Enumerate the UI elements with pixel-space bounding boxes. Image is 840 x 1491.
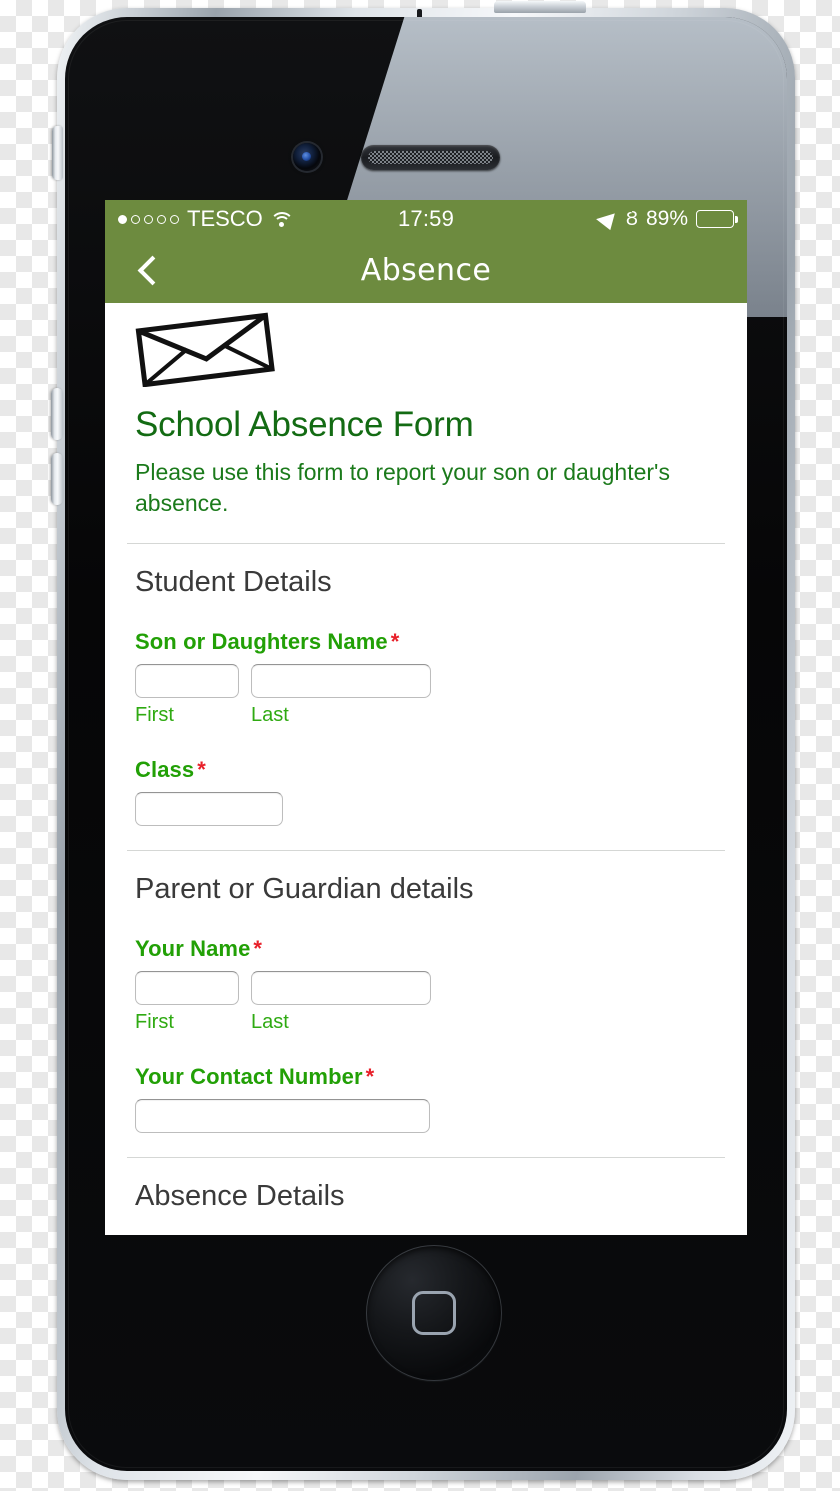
status-bar-left: TESCO [118, 206, 398, 232]
navigation-bar: Absence [105, 238, 747, 303]
status-bar-clock: 17:59 [397, 206, 455, 231]
field-label-text: Your Contact Number [135, 1064, 363, 1090]
parent-first-name-input[interactable] [135, 971, 239, 1006]
section-divider [127, 850, 725, 852]
power-button[interactable] [494, 1, 586, 13]
sublabel-first: First [135, 1011, 174, 1034]
class-input[interactable] [135, 792, 283, 827]
required-asterisk: * [197, 757, 206, 783]
student-last-name-input[interactable] [251, 664, 431, 699]
field-label-text: Your Name [135, 936, 251, 962]
sublabel-last: Last [251, 1011, 289, 1034]
carrier-label: TESCO [187, 206, 263, 231]
form-title: School Absence Form [135, 405, 474, 444]
bluetooth-icon: Ȣ [625, 208, 638, 230]
battery-icon [696, 210, 738, 228]
speaker-mesh [368, 151, 493, 164]
section-divider [127, 1157, 725, 1159]
field-label: Your Contact Number * [135, 1064, 747, 1090]
front-camera [293, 143, 321, 171]
name-sublabels: First Last [135, 704, 747, 727]
location-arrow-icon [595, 207, 622, 231]
field-label-text: Class [135, 757, 195, 783]
field-your-name: Your Name * First Last [135, 936, 747, 1034]
sublabel-first: First [135, 704, 174, 727]
field-your-contact-number: Your Contact Number * [135, 1064, 747, 1134]
required-asterisk: * [365, 1064, 375, 1090]
name-inputs-row [135, 971, 747, 1006]
parent-last-name-input[interactable] [251, 971, 431, 1006]
chevron-left-icon [137, 255, 168, 286]
app-screen: TESCO 17:59 Ȣ 89% Absence School Absence… [105, 200, 747, 1235]
class-input-row [135, 792, 747, 827]
sublabel-last: Last [251, 704, 289, 727]
home-button[interactable] [366, 1245, 502, 1381]
status-bar: TESCO 17:59 Ȣ 89% [105, 200, 747, 238]
section-divider [127, 543, 725, 545]
section-heading-absence-details: Absence Details [135, 1180, 345, 1213]
volume-up-button[interactable] [51, 388, 63, 440]
field-class: Class * [135, 757, 747, 827]
signal-strength-icon [118, 214, 179, 224]
field-label: Your Name * [135, 936, 747, 962]
contact-number-input-row [135, 1099, 747, 1134]
earpiece-speaker [361, 145, 500, 170]
field-label: Son or Daughters Name * [135, 629, 747, 655]
required-asterisk: * [390, 629, 400, 655]
contact-number-input[interactable] [135, 1099, 430, 1134]
camera-lens [302, 152, 311, 161]
mute-switch[interactable] [52, 126, 63, 180]
section-heading-parent-guardian-details: Parent or Guardian details [135, 873, 474, 906]
section-heading-student-details: Student Details [135, 566, 332, 599]
name-inputs-row [135, 664, 747, 699]
home-button-square-icon [412, 1291, 456, 1335]
phone-device: TESCO 17:59 Ȣ 89% Absence School Absence… [51, 1, 795, 1480]
wifi-icon [269, 211, 294, 228]
form-content: School Absence Form Please use this form… [105, 309, 747, 1214]
battery-percent-label: 89% [645, 207, 688, 230]
field-label-text: Son or Daughters Name [135, 629, 388, 655]
page-title: Absence [360, 253, 492, 288]
back-button[interactable] [127, 248, 173, 294]
required-asterisk: * [253, 936, 263, 962]
field-son-or-daughters-name: Son or Daughters Name * First Last [135, 629, 747, 727]
field-label: Class * [135, 757, 747, 783]
volume-down-button[interactable] [51, 453, 63, 505]
name-sublabels: First Last [135, 1011, 747, 1034]
student-first-name-input[interactable] [135, 664, 239, 699]
envelope-icon [129, 309, 281, 388]
form-subtitle: Please use this form to report your son … [135, 459, 670, 517]
status-bar-right: Ȣ 89% [454, 207, 738, 231]
